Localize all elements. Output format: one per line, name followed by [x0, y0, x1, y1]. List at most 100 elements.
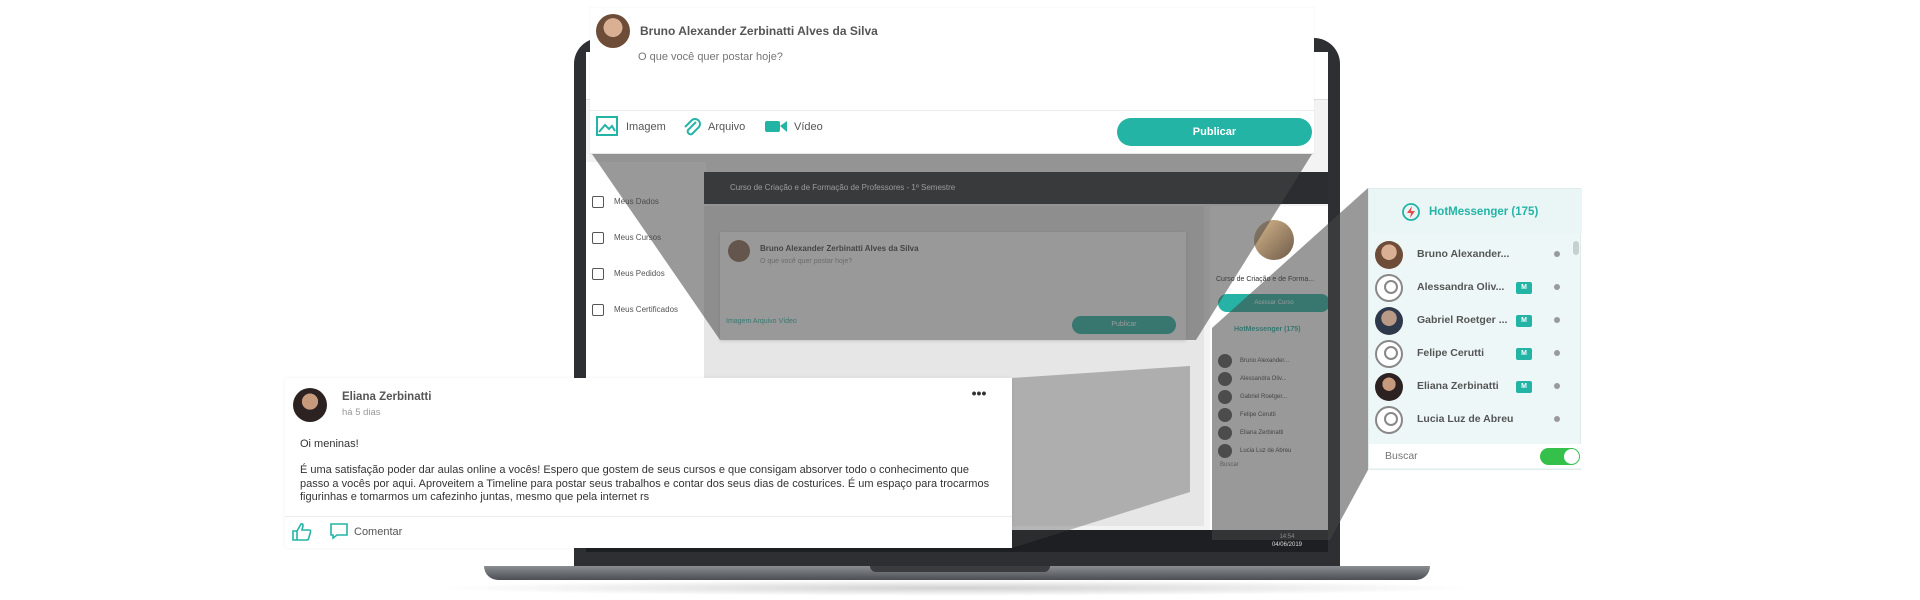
messenger-title: HotMessenger (175)	[1429, 206, 1539, 218]
more-options-button[interactable]: •••	[969, 386, 989, 402]
inner-post-box: Bruno Alexander Zerbinatti Alves da Silv…	[720, 232, 1186, 340]
contact-badge: M	[1516, 348, 1532, 360]
publish-button[interactable]: Publicar	[1117, 118, 1312, 146]
inner-course-name: Curso de Criação e de Forma...	[1216, 276, 1315, 283]
contact-name: Lucia Luz de Abreu	[1417, 413, 1514, 425]
post-text-input[interactable]	[638, 51, 1038, 63]
contact-name: Felipe Cerutti	[1417, 347, 1485, 359]
comment-label: Comentar	[354, 526, 403, 538]
post-author-name[interactable]: Eliana Zerbinatti	[342, 391, 431, 403]
contact-name: Eliana Zerbinatti	[1240, 430, 1284, 436]
inner-course-bar: Curso de Criação e de Formação de Profes…	[704, 172, 1328, 204]
inner-sidebar-label: Meus Cursos	[614, 233, 662, 242]
inner-access-course-button[interactable]: Acessar Curso	[1218, 294, 1328, 312]
list-item[interactable]: Lucia Luz de Abreu	[1218, 442, 1328, 462]
status-dot	[1554, 251, 1560, 257]
contact-badge: M	[1516, 282, 1532, 294]
post-greeting: Oi meninas!	[300, 438, 359, 450]
contact-item[interactable]: Lucia Luz de Abreu	[1375, 404, 1575, 435]
inner-post-placeholder[interactable]: O que você quer postar hoje?	[760, 258, 852, 265]
inner-sidebar-label: Meus Pedidos	[614, 269, 665, 278]
laptop-shadow	[430, 580, 1480, 596]
messenger-search-bar	[1369, 444, 1582, 468]
contact-badge: M	[1516, 315, 1532, 327]
like-icon[interactable]	[291, 522, 313, 542]
status-dot	[1554, 317, 1560, 323]
list-item[interactable]: Gabriel Roetger...	[1218, 388, 1328, 408]
inner-search-label[interactable]: Buscar	[1220, 462, 1239, 468]
contact-item[interactable]: Eliana Zerbinatti M	[1375, 371, 1575, 403]
avatar	[1375, 241, 1403, 269]
contact-name: Felipe Cerutti	[1240, 412, 1276, 418]
clock-time: 14:54	[1279, 534, 1295, 540]
post-author-name: Bruno Alexander Zerbinatti Alves da Silv…	[640, 24, 878, 38]
scrollbar-thumb[interactable]	[1573, 241, 1579, 255]
messenger-bolt-icon	[1402, 203, 1420, 221]
contact-list: Bruno Alexander... Alessandra Oliv... M …	[1369, 235, 1582, 435]
avatar	[1218, 444, 1232, 458]
feed-post-card: Eliana Zerbinatti há 5 dias ••• Oi menin…	[285, 378, 1012, 548]
list-item[interactable]: Eliana Zerbinatti	[1218, 424, 1328, 444]
list-item[interactable]: Bruno Alexander...	[1218, 352, 1328, 372]
avatar	[1218, 354, 1232, 368]
contact-name: Lucia Luz de Abreu	[1240, 448, 1292, 454]
status-dot	[1554, 350, 1560, 356]
certificate-icon	[592, 304, 604, 316]
contact-item[interactable]: Alessandra Oliv... M	[1375, 272, 1575, 304]
basket-icon	[592, 268, 604, 280]
avatar	[1375, 406, 1403, 434]
inner-sidebar-item-meus-cursos[interactable]: Meus Cursos	[586, 224, 706, 252]
avatar	[596, 14, 630, 48]
contact-badge: M	[1516, 381, 1532, 393]
post-body: É uma satisfação poder dar aulas online …	[300, 464, 990, 503]
book-icon	[592, 232, 604, 244]
messenger-header: HotMessenger (175)	[1369, 189, 1582, 233]
paperclip-icon	[684, 118, 701, 136]
inner-sidebar-item-meus-certificados[interactable]: Meus Certificados	[586, 296, 706, 324]
avatar	[1375, 274, 1403, 302]
attach-file-label: Arquivo	[708, 121, 746, 133]
avatar	[293, 388, 327, 422]
inner-messenger-title: HotMessenger (175)	[1234, 326, 1301, 333]
avatar	[1218, 408, 1232, 422]
contact-name: Bruno Alexander...	[1417, 248, 1510, 260]
comment-button[interactable]: Comentar	[329, 522, 402, 542]
contact-item[interactable]: Bruno Alexander...	[1375, 239, 1575, 271]
inner-sidebar-item-meus-pedidos[interactable]: Meus Pedidos	[586, 260, 706, 288]
inner-post-actions[interactable]: Imagem Arquivo Vídeo	[726, 318, 797, 325]
online-toggle[interactable]	[1540, 448, 1580, 465]
contact-name: Gabriel Roetger...	[1240, 394, 1288, 400]
contact-name: Bruno Alexander...	[1240, 358, 1290, 364]
post-timestamp: há 5 dias	[342, 407, 381, 418]
attach-image-label: Imagem	[626, 121, 666, 133]
inner-publish-button[interactable]: Publicar	[1072, 316, 1176, 334]
comment-icon	[330, 523, 348, 540]
inner-right-panel: Curso de Criação e de Forma... Acessar C…	[1210, 206, 1328, 552]
messenger-panel: HotMessenger (175) Bruno Alexander... Al…	[1368, 188, 1582, 470]
toggle-knob	[1564, 449, 1579, 464]
list-item[interactable]: Felipe Cerutti	[1218, 406, 1328, 426]
list-item[interactable]: Alessandra Oliv...	[1218, 370, 1328, 390]
contact-name: Alessandra Oliv...	[1417, 281, 1505, 293]
laptop-notch	[870, 566, 1050, 572]
inner-sidebar-item-meus-dados[interactable]: Meus Dados	[586, 188, 706, 216]
avatar	[1218, 372, 1232, 386]
status-dot	[1554, 416, 1560, 422]
contact-item[interactable]: Gabriel Roetger ... M	[1375, 305, 1575, 337]
video-camera-icon	[765, 121, 787, 132]
attach-video-label: Vídeo	[794, 121, 823, 133]
messenger-search-input[interactable]	[1385, 447, 1535, 465]
divider	[590, 110, 1314, 111]
inner-post-author: Bruno Alexander Zerbinatti Alves da Silv…	[760, 244, 919, 253]
clock-date: 04/06/2019	[1271, 542, 1302, 548]
contact-item[interactable]: Felipe Cerutti M	[1375, 338, 1575, 370]
avatar	[1375, 307, 1403, 335]
image-icon	[596, 116, 618, 136]
inner-sidebar-label: Meus Certificados	[614, 305, 679, 314]
taskbar-clock: 14:54 04/06/2019	[1272, 533, 1302, 549]
avatar	[728, 240, 750, 262]
avatar	[1375, 373, 1403, 401]
contact-name: Eliana Zerbinatti	[1417, 380, 1499, 392]
user-icon	[592, 196, 604, 208]
course-image	[1254, 220, 1294, 260]
